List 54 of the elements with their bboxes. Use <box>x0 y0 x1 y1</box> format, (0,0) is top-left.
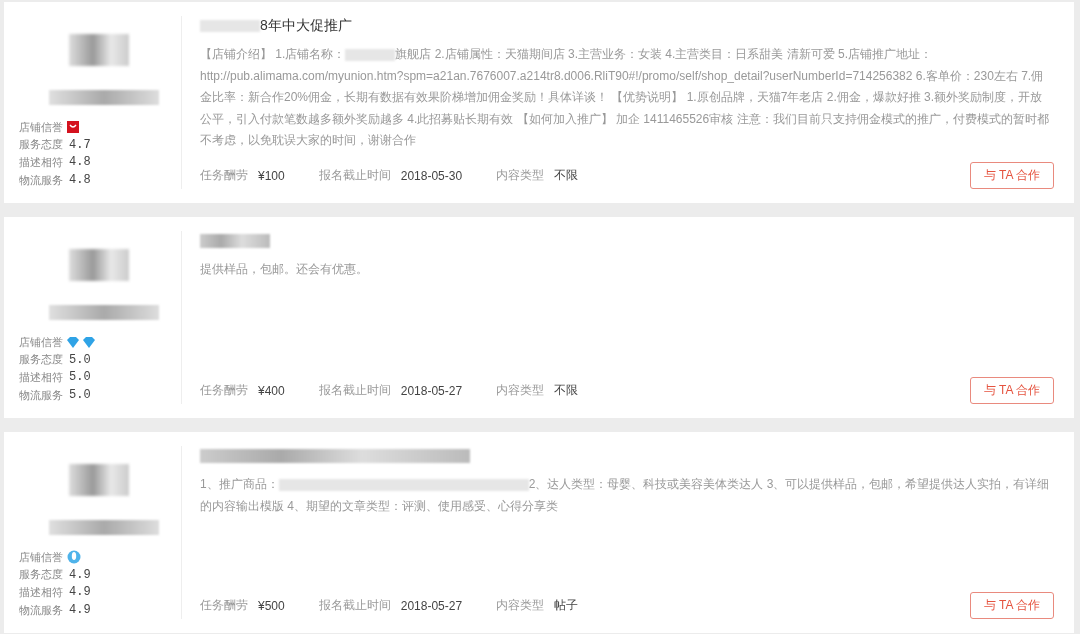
rating-value: 4.9 <box>69 603 91 618</box>
meta-value: 帖子 <box>554 597 579 614</box>
meta-value: 2018-05-30 <box>400 168 463 183</box>
rating-value: 4.8 <box>69 173 91 188</box>
blurred-avatar <box>69 34 129 66</box>
meta-label: 任务酬劳 <box>200 382 248 399</box>
rating-value: 5.0 <box>69 370 91 385</box>
rating-label: 描述相符 <box>19 154 63 170</box>
shop-badge-icon <box>67 121 79 134</box>
rating-value: 4.7 <box>69 137 91 152</box>
rating-label: 服务态度 <box>19 137 63 153</box>
rating-label: 物流服务 <box>19 602 63 618</box>
task-description: 1、推广商品： 2、达人类型：母婴、科技或美容美体类达人 3、可以提供样品，包邮，希望提供达人实拍，有详细的内容输出模版 4、期望的文章类型：评测、使用感受、心得分享类 <box>200 476 1051 515</box>
meta-value: ¥400 <box>258 383 285 398</box>
meta-label: 报名截止时间 <box>318 382 391 399</box>
rating-value: 5.0 <box>69 388 91 403</box>
meta-value: ¥500 <box>258 598 285 613</box>
cooperate-button[interactable]: 与 TA 合作 <box>970 162 1054 189</box>
blurred-title <box>200 234 270 248</box>
credit-label: 店铺信誉 <box>19 334 63 350</box>
rating-label: 物流服务 <box>19 172 63 188</box>
meta-label: 任务酬劳 <box>200 167 248 184</box>
meta-label: 内容类型 <box>496 597 545 614</box>
rating-label: 描述相符 <box>19 584 63 600</box>
crown-icon <box>67 550 81 565</box>
meta-label: 任务酬劳 <box>200 597 248 614</box>
task-description: 【店铺介绍】 1.店铺名称： 旗舰店 2.店铺属性：天猫期间店 3.主营业务：女装 4.主营类目：日系甜美 清新可爱 5.店铺推广地址：http://pub.alimama.com/myunion.htm?spm=a21an.7676007.a214tr8.d006.RliT90#!/promo/self/shop_detail?userNumberId=714256382 6.客单价：230左右 7.佣金比率：新合作20%佣金，长期有数据有效果阶梯增加佣金奖励！具体详谈！ 【优势说明】 1.原创品牌，天猫7年老店 2.佣金，爆款好推 3.额外奖励制度，开放公平，引入付款笔数越多额外奖励越多 4.此招募贴长期有效 【如何加入推广】 加企 1411465526审核 注意：我们目前只支持佣金模式的推广，付费模式的暂时都不考虑，以免耽误大家的时间，谢谢合作 <box>200 46 1050 149</box>
diamond-icon <box>67 336 79 348</box>
meta-label: 报名截止时间 <box>318 597 391 614</box>
meta-value: 2018-05-27 <box>400 598 463 613</box>
rating-label: 服务态度 <box>19 352 63 368</box>
diamond-icon <box>83 336 95 348</box>
meta-value: 不限 <box>554 167 579 184</box>
rating-value: 4.9 <box>69 567 91 582</box>
credit-label: 店铺信誉 <box>19 549 63 565</box>
task-title: 8年中大促推广 <box>200 17 352 35</box>
meta-value: ¥100 <box>258 168 285 183</box>
blurred-avatar <box>69 464 129 496</box>
rating-value: 4.9 <box>69 585 91 600</box>
rating-label: 服务态度 <box>19 567 63 583</box>
credit-label: 店铺信誉 <box>19 119 63 135</box>
rating-value: 4.8 <box>69 155 91 170</box>
rating-label: 物流服务 <box>19 387 63 403</box>
blurred-avatar <box>69 249 129 281</box>
meta-value: 2018-05-27 <box>400 383 463 398</box>
cooperate-button[interactable]: 与 TA 合作 <box>970 592 1054 619</box>
rating-value: 5.0 <box>69 352 91 367</box>
meta-value: 不限 <box>554 382 579 399</box>
cooperate-button[interactable]: 与 TA 合作 <box>970 377 1054 404</box>
meta-label: 内容类型 <box>496 167 545 184</box>
rating-label: 描述相符 <box>19 369 63 385</box>
meta-label: 报名截止时间 <box>318 167 391 184</box>
meta-label: 内容类型 <box>496 382 545 399</box>
task-description: 提供样品，包邮。还会有优惠。 <box>200 261 369 278</box>
